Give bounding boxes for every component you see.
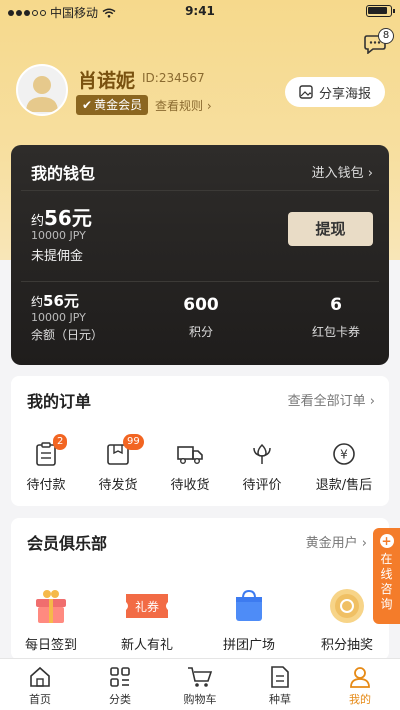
club-item-label: 积分抽奖	[320, 638, 373, 653]
club-daily-checkin[interactable]: 每日签到	[11, 586, 91, 653]
club-level-link[interactable]: 黄金用户 ›	[306, 532, 367, 551]
bag-icon	[236, 589, 262, 621]
cart-icon	[188, 667, 213, 687]
member-level-badge: ✔ 黄金会员	[76, 95, 149, 115]
tab-label: 种草	[269, 693, 291, 706]
tab-cart[interactable]: 购物车	[160, 659, 240, 710]
count-badge: 2	[53, 434, 68, 450]
user-silhouette-icon	[26, 76, 58, 112]
balance-amount: 56元	[43, 292, 79, 310]
club-title: 会员俱乐部	[27, 534, 108, 553]
count-badge: 99	[123, 434, 144, 450]
order-tab-label: 待付款	[26, 478, 66, 493]
gift-icon	[36, 590, 66, 623]
coupons-label: 红包卡券	[311, 325, 360, 339]
order-tab-label: 待发货	[98, 478, 138, 493]
tab-home[interactable]: 首页	[0, 659, 80, 710]
tab-label: 首页	[29, 693, 51, 706]
clock: 9:41	[185, 4, 215, 18]
user-id: ID:234567	[142, 71, 205, 85]
order-tab-refund[interactable]: ¥ 退款/售后	[301, 442, 387, 493]
tab-label: 购物车	[183, 693, 217, 706]
coupon-text: 礼券	[135, 599, 159, 614]
share-poster-label: 分享海报	[318, 86, 371, 102]
refund-icon: ¥	[333, 443, 355, 465]
balance-jpy: 10000 JPY	[31, 311, 86, 324]
status-bar: 中国移动 9:41	[0, 0, 400, 22]
order-tab-label: 退款/售后	[315, 478, 373, 493]
enter-wallet-link[interactable]: 进入钱包 ›	[312, 162, 373, 181]
coupons-stat[interactable]: 6 红包卡券	[296, 295, 376, 340]
divider	[21, 190, 379, 191]
tab-mine[interactable]: 我的	[320, 659, 400, 710]
member-club-card: 会员俱乐部 黄金用户 › 每日签到 礼券 新人有礼 拼团广场 积分抽奖	[11, 518, 389, 660]
message-count-badge: 8	[378, 28, 394, 44]
share-poster-button[interactable]: 分享海报	[285, 77, 385, 107]
club-group-buy[interactable]: 拼团广场	[209, 586, 289, 653]
plus-icon: +	[379, 534, 394, 548]
online-consult-label: 在线咨询	[380, 552, 393, 611]
view-all-orders-link[interactable]: 查看全部订单 ›	[288, 390, 375, 409]
tab-label: 我的	[349, 693, 371, 706]
points-stat[interactable]: 600 积分	[161, 295, 241, 340]
tab-notes[interactable]: 种草	[240, 659, 320, 710]
check-icon: ✔	[82, 98, 93, 112]
user-name: 肖诺妮	[78, 70, 136, 92]
order-tab-label: 待收货	[170, 478, 210, 493]
order-tab-label: 待评价	[242, 478, 282, 493]
club-newcomer-gift[interactable]: 礼券 新人有礼	[107, 586, 187, 653]
home-icon	[30, 666, 50, 687]
pending-commission-jpy: 10000 JPY	[31, 229, 86, 242]
truck-icon	[177, 446, 203, 465]
points-label: 积分	[188, 325, 213, 339]
order-tab-pending-payment[interactable]: 2 待付款	[11, 434, 81, 493]
flower-icon	[253, 443, 271, 464]
order-tab-awaiting-review[interactable]: 待评价	[227, 442, 297, 493]
view-rules-link[interactable]: 查看规则 ›	[155, 97, 212, 114]
bottom-tab-bar: 首页 分类 购物车 种草 我的	[0, 658, 400, 710]
pending-commission-label: 未提佣金	[31, 249, 84, 264]
orders-title: 我的订单	[27, 392, 92, 411]
divider	[21, 281, 379, 282]
coupon-icon: 礼券	[126, 594, 168, 618]
view-all-orders-label: 查看全部订单	[287, 394, 366, 409]
view-rules-label: 查看规则	[155, 99, 204, 113]
order-tab-awaiting-shipment[interactable]: 99 待发货	[83, 434, 153, 493]
tab-label: 分类	[109, 693, 131, 706]
coin-icon	[330, 589, 364, 623]
svg-text:¥: ¥	[340, 448, 348, 462]
withdraw-button[interactable]: 提现	[288, 212, 373, 246]
enter-wallet-label: 进入钱包	[311, 166, 364, 181]
message-button[interactable]: 8	[364, 28, 394, 55]
battery-icon	[366, 5, 395, 17]
online-consult-button[interactable]: + 在线咨询	[373, 528, 400, 624]
category-icon	[110, 667, 130, 687]
balance-stat[interactable]: 约56元 10000 JPY 余额（日元）	[31, 290, 103, 343]
user-icon	[350, 667, 370, 688]
chevron-right-icon: ›	[369, 394, 375, 409]
wallet-title: 我的钱包	[31, 164, 96, 183]
club-level-label: 黄金用户	[305, 536, 358, 551]
balance-label: 余额（日元）	[31, 328, 104, 342]
club-item-label: 新人有礼	[120, 638, 173, 653]
chevron-right-icon: ›	[361, 536, 367, 551]
note-icon	[271, 666, 289, 688]
coupons-value: 6	[330, 295, 342, 315]
orders-card: 我的订单 查看全部订单 › 2 待付款 99 待发货 待收货 待评价 ¥ 退款/…	[11, 376, 389, 506]
image-icon	[299, 85, 313, 99]
avatar[interactable]	[16, 64, 68, 116]
tab-category[interactable]: 分类	[80, 659, 160, 710]
wallet-card: 我的钱包 进入钱包 › 约56元 10000 JPY 未提佣金 提现 约56元 …	[11, 145, 389, 365]
chevron-right-icon: ›	[206, 99, 212, 113]
club-item-label: 拼团广场	[222, 638, 275, 653]
chevron-right-icon: ›	[367, 166, 373, 181]
order-tab-awaiting-receipt[interactable]: 待收货	[155, 442, 225, 493]
member-level-label: 黄金会员	[94, 98, 143, 112]
pending-commission-amount: 约56元	[31, 206, 92, 230]
points-value: 600	[183, 295, 219, 315]
club-item-label: 每日签到	[24, 638, 77, 653]
